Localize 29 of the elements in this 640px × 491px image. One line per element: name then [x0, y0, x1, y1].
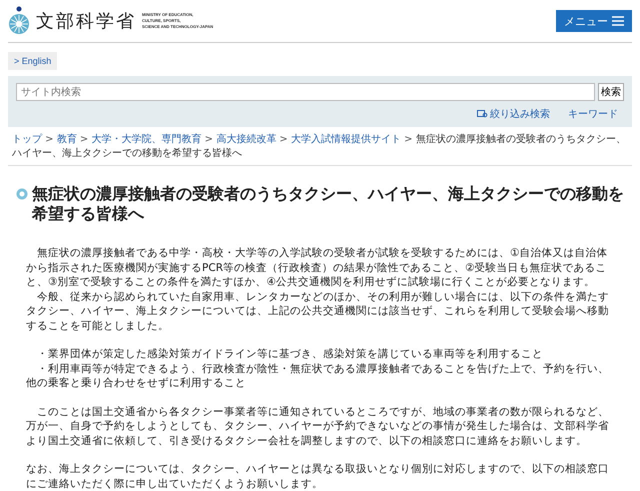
breadcrumb-link[interactable]: 高大接続改革: [216, 134, 276, 145]
body-paragraph: 無症状の濃厚接触者である中学・高校・大学等の入学試験の受験者が試験を受験するためには、①自治体又は自治体から指示された医療機関が実施するPCR等の検査（行政検査）の結果が陰性であること、②受験当日も無症状であること、③別室で受験することの条件を満たすほか、④公共交通機関を利用せずに試験場に行くことが必要となります。: [26, 246, 608, 290]
breadcrumb-link[interactable]: 大学・大学院、専門教育: [92, 134, 202, 145]
breadcrumb-current: ハイヤー、海上タクシーでの移動を希望する皆様へ: [12, 147, 243, 161]
logo-icon: [8, 6, 30, 36]
bullet-icon: [16, 188, 28, 200]
menu-button[interactable]: メニュー: [556, 10, 632, 32]
body-paragraph: ・利用車両等が特定できるよう、行政検査が陰性・無症状である濃厚接触者であることを告げた上で、予約を行い、他の乗客と乗り合わせをせずに利用すること: [26, 362, 610, 390]
breadcrumb-link[interactable]: トップ: [12, 134, 42, 145]
logo-text: 文部科学省: [36, 10, 136, 33]
page-title: 無症状の濃厚接触者の受験者のうちタクシー、ハイヤー、海上タクシーでの移動を希望する皆様へ: [32, 184, 624, 224]
breadcrumb-separator: >: [204, 134, 214, 145]
search-link[interactable]: 絞り込み検索: [477, 107, 550, 121]
breadcrumb-separator: >: [44, 134, 55, 145]
body-paragraph: なお、海上タクシーについては、タクシー、ハイヤーとは異なる取扱いとなり個別に対応しますので、以下の相談窓口にご連絡いただく際に申し出ていただくようお願いします。: [26, 462, 610, 491]
breadcrumb-separator: >: [78, 134, 90, 145]
breadcrumb-separator: >: [278, 134, 289, 145]
breadcrumb-separator: >: [403, 134, 414, 145]
breadcrumb-link[interactable]: 教育: [56, 134, 77, 145]
search-button[interactable]: 検索: [598, 83, 624, 101]
search-link[interactable]: キーワード: [568, 107, 618, 121]
body-paragraph: ・業界団体が策定した感染対策ガイドライン等に基づき、感染対策を講じている車両等を利用すること: [36, 347, 544, 362]
english-link[interactable]: > English: [8, 52, 58, 70]
search-field[interactable]: サイト内検索: [16, 83, 595, 101]
body-paragraph: このことは国土交通省から各タクシー事業者等に通知されているところですが、地域の事業者の数が限られるなど、万が一、自身で予約をしようとしても、タクシー、ハイヤーが予約できないなどの事情が発生した場合は、文部科学省より国土交通省に依頼して、引き受けるタクシー会社を調整しますので、以下の相談窓口に連絡をお願いします。: [26, 404, 610, 448]
breadcrumb-link[interactable]: 大学入試情報提供サイト: [291, 134, 401, 145]
body-paragraph: 今般、従来から認められていた自家用車、レンタカーなどのほか、その利用が難しい場合には、以下の条件を満たすタクシー、ハイヤー、海上タクシーについては、上記の公共交通機関には該当せず、これらを利用して受験会場へ移動することを可能としました。: [26, 290, 610, 333]
breadcrumb-current: 無症状の濃厚接触者の受験者のうちタクシー、: [416, 134, 626, 145]
menu-icon: [612, 16, 624, 26]
